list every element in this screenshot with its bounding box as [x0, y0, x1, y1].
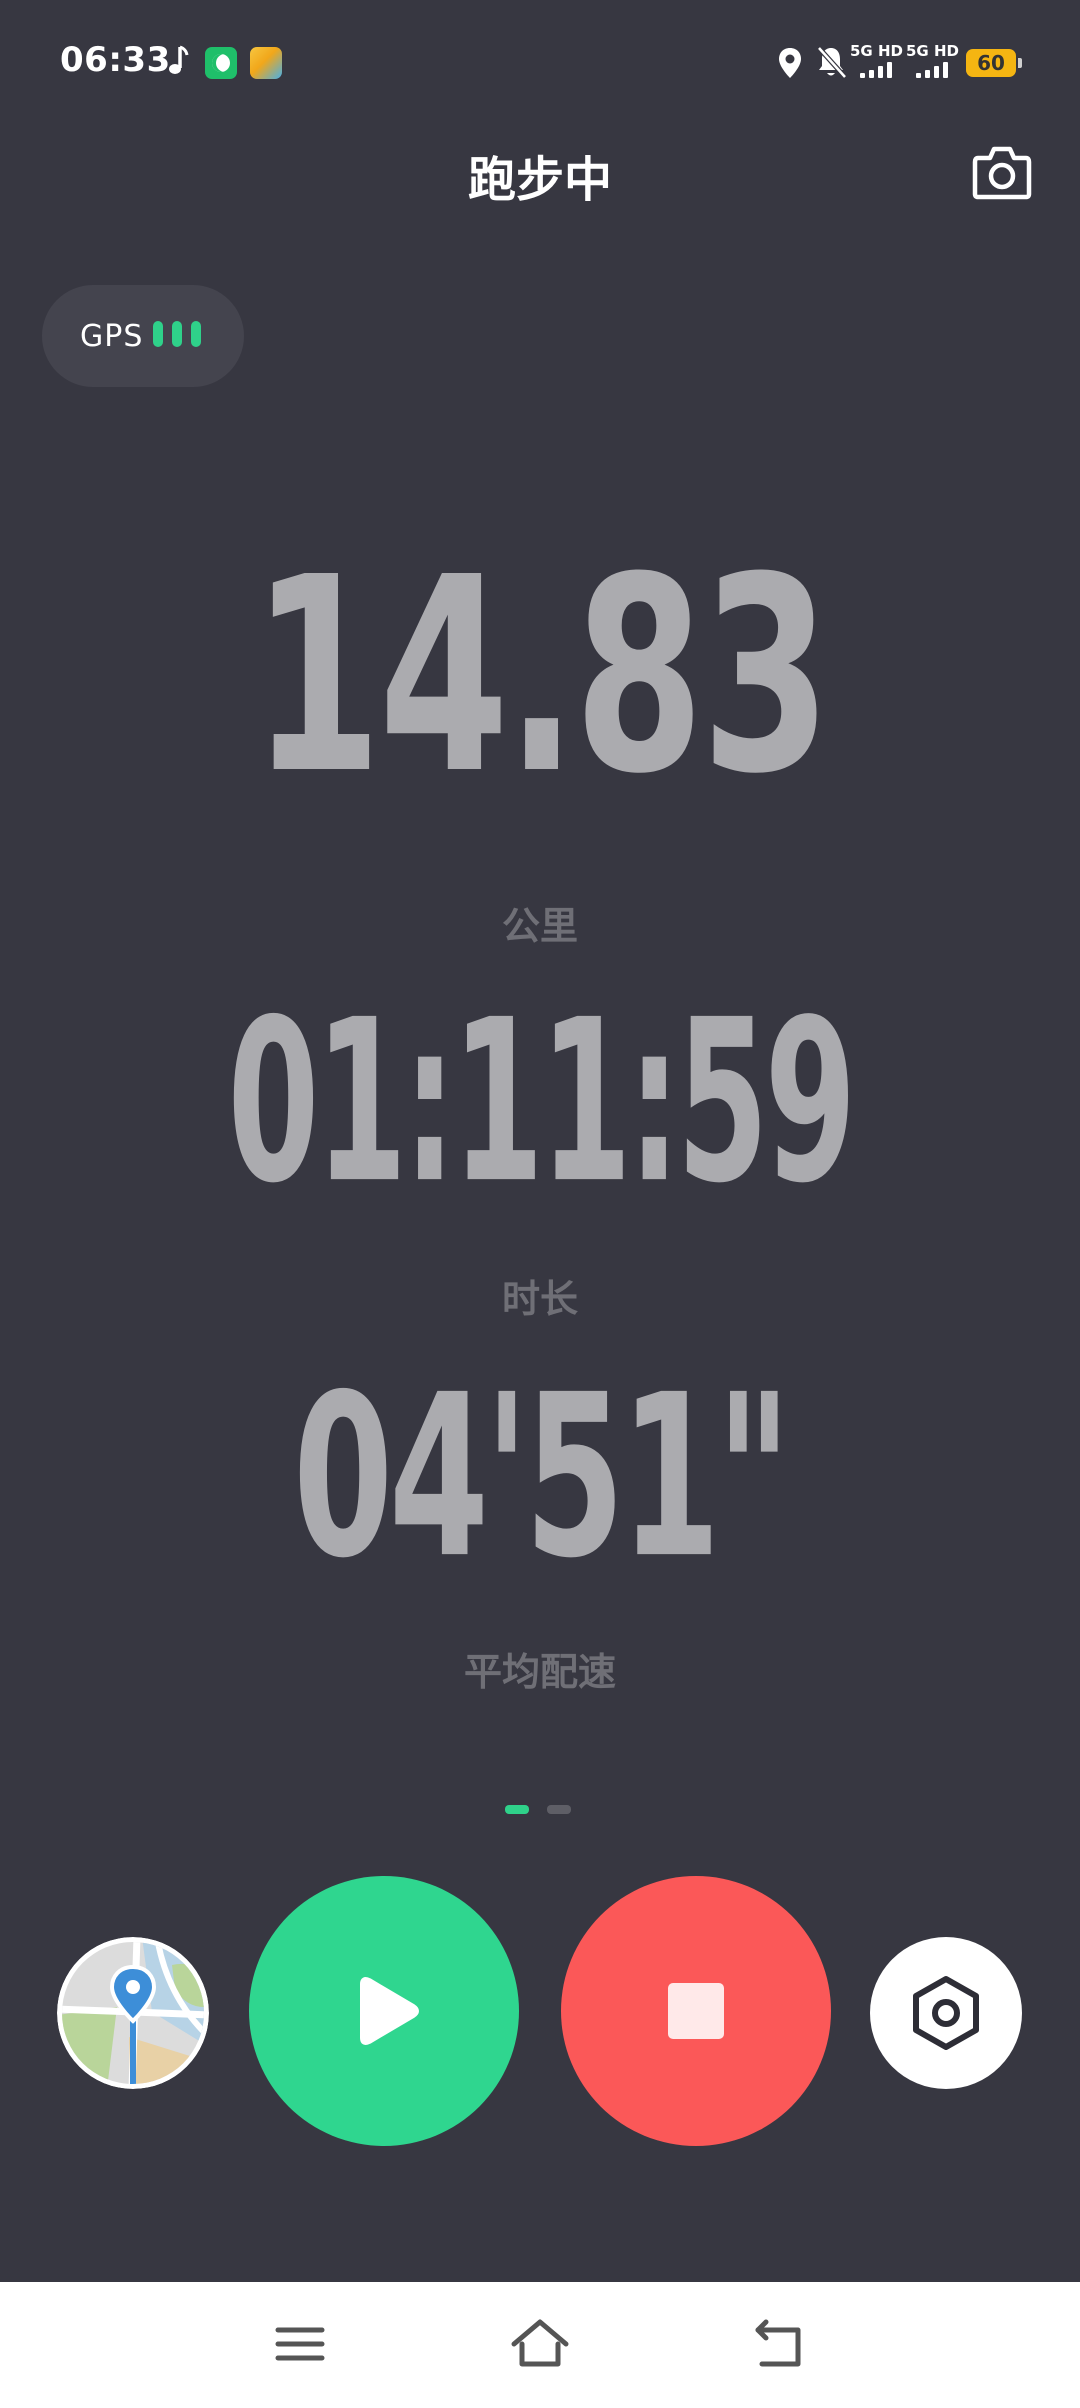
status-bar: 06:33 5G HD 5G HD 60	[0, 0, 1080, 130]
distance-unit: 公里	[501, 904, 578, 948]
gps-status: GPS	[42, 285, 244, 387]
home-icon[interactable]	[508, 2312, 572, 2376]
pace-label: 平均配速	[463, 1650, 616, 1694]
hexagon-settings-icon	[913, 1976, 979, 2050]
distance-value: 14.83	[251, 519, 832, 833]
page-title: 跑步中	[467, 152, 612, 208]
music-note-icon	[169, 45, 189, 74]
page-dot[interactable]	[547, 1805, 571, 1814]
back-icon[interactable]	[748, 2312, 812, 2376]
network-type-label: 5G HD	[906, 42, 959, 60]
gps-label: GPS	[80, 319, 144, 354]
gps-signal-icon	[153, 321, 201, 347]
duration-label: 时长	[501, 1277, 578, 1321]
battery-icon: 60	[966, 49, 1022, 77]
stop-button[interactable]	[561, 1876, 831, 2146]
app-notification-icon	[250, 47, 282, 79]
settings-button[interactable]	[870, 1937, 1022, 2089]
play-icon	[360, 1977, 419, 2045]
camera-icon[interactable]	[972, 144, 1032, 200]
stop-icon	[668, 1983, 724, 2039]
signal-icon: 5G HD	[906, 42, 964, 82]
menu-icon[interactable]	[268, 2312, 332, 2376]
status-time: 06:33	[60, 40, 171, 80]
pace-value: 04'51"	[293, 1346, 791, 1608]
system-nav-bar	[0, 2282, 1080, 2408]
bell-off-icon	[817, 46, 847, 79]
running-screen: 06:33 5G HD 5G HD 60 跑步中 GPS 14.83 公里 01…	[0, 0, 1080, 2408]
location-icon	[779, 48, 801, 78]
page-dot-active[interactable]	[505, 1805, 529, 1814]
app-notification-icon	[205, 47, 237, 79]
map-pin-icon	[57, 1937, 209, 2089]
resume-button[interactable]	[249, 1876, 519, 2146]
page-indicator	[505, 1805, 571, 1814]
signal-icon: 5G HD	[850, 42, 908, 82]
duration-value: 01:11:59	[227, 971, 857, 1233]
map-button[interactable]	[57, 1937, 209, 2089]
network-type-label: 5G HD	[850, 42, 903, 60]
